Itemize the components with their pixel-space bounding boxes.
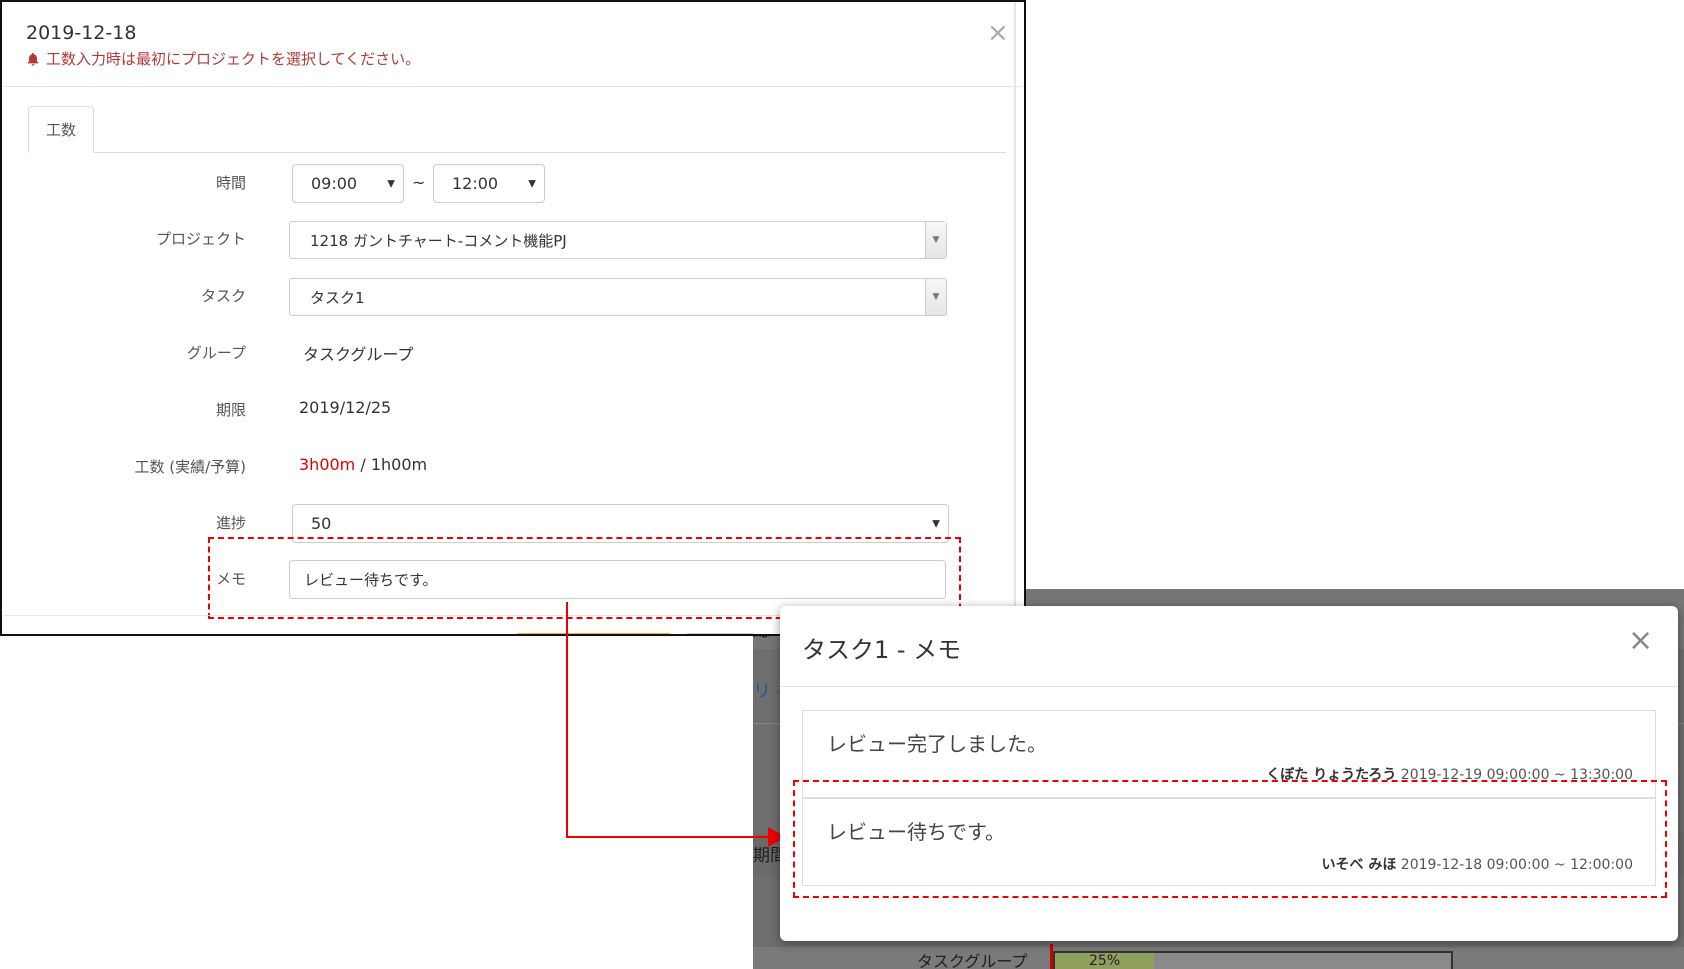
combo-dropdown-icon[interactable]: ▼ bbox=[925, 222, 946, 258]
effort-actual: 3h00m bbox=[299, 455, 356, 474]
memo-dialog-title: タスク1 - メモ bbox=[802, 636, 962, 664]
tab-bar bbox=[28, 152, 1006, 153]
project-combobox[interactable]: 1218 ガントチャート-コメント機能PJ ▼ bbox=[289, 221, 947, 259]
tab-effort[interactable]: 工数 bbox=[28, 106, 94, 153]
memo-dialog-divider bbox=[780, 686, 1678, 687]
combo-dropdown-icon[interactable]: ▼ bbox=[925, 279, 946, 315]
group-label: グループ bbox=[186, 344, 246, 362]
memo-entry-highlight bbox=[793, 780, 1667, 898]
deadline-label: 期限 bbox=[215, 401, 246, 419]
memo-label: メモ bbox=[215, 570, 246, 588]
project-value: 1218 ガントチャート-コメント機能PJ bbox=[310, 231, 567, 250]
project-label: プロジェクト bbox=[155, 230, 246, 248]
close-icon[interactable]: × bbox=[1628, 626, 1653, 656]
connector-line-vertical bbox=[566, 602, 568, 838]
warning-text: 工数入力時は最初にプロジェクトを選択してください。 bbox=[46, 50, 421, 68]
time-entry-dialog: 2019-12-18 × 工数入力時は最初にプロジェクトを選択してください。 工… bbox=[0, 0, 1026, 636]
memo-input[interactable]: レビュー待ちです。 bbox=[289, 560, 946, 599]
close-icon[interactable]: × bbox=[987, 18, 1009, 48]
progress-label: 進捗 bbox=[215, 514, 246, 532]
cancel-button[interactable] bbox=[685, 633, 755, 634]
save-button[interactable] bbox=[516, 633, 672, 634]
progress-value: 50 bbox=[311, 514, 332, 533]
caret-down-icon: ▼ bbox=[932, 518, 940, 529]
bg-progress-bar: 25% bbox=[1053, 951, 1453, 969]
task-value: タスク1 bbox=[310, 288, 365, 307]
memo-dialog: タスク1 - メモ × レビュー完了しました。 くぼた りょうたろう 2019-… bbox=[780, 606, 1678, 941]
deadline-value: 2019/12/25 bbox=[299, 398, 392, 417]
time-separator: ~ bbox=[412, 173, 426, 192]
task-combobox[interactable]: タスク1 ▼ bbox=[289, 278, 947, 316]
group-value: タスクグループ bbox=[303, 345, 414, 364]
effort-value: 3h00m / 1h00m bbox=[299, 455, 427, 474]
time-to-select[interactable]: 12:00 ▼ bbox=[433, 164, 545, 203]
bg-task-group-label: タスクグループ bbox=[917, 952, 1028, 969]
caret-down-icon: ▼ bbox=[528, 178, 536, 189]
time-label: 時間 bbox=[215, 174, 246, 192]
effort-label: 工数 (実績/予算) bbox=[134, 458, 246, 476]
dialog-edge bbox=[1014, 2, 1016, 634]
task-label: タスク bbox=[200, 287, 246, 305]
caret-down-icon: ▼ bbox=[387, 178, 395, 189]
bell-icon bbox=[27, 52, 39, 66]
connector-line-horizontal bbox=[566, 836, 772, 838]
memo-entry-text: レビュー完了しました。 bbox=[827, 732, 1047, 756]
time-from-value: 09:00 bbox=[311, 174, 358, 193]
header-divider bbox=[4, 86, 1022, 87]
bg-progress-label: 25% bbox=[1089, 953, 1121, 969]
effort-budget: / 1h00m bbox=[355, 455, 428, 474]
warning-message: 工数入力時は最初にプロジェクトを選択してください。 bbox=[26, 48, 420, 69]
dialog-date-title: 2019-12-18 bbox=[26, 22, 137, 44]
time-to-value: 12:00 bbox=[452, 174, 499, 193]
memo-input-value: レビュー待ちです。 bbox=[304, 571, 438, 589]
bg-today-line bbox=[1050, 944, 1053, 969]
time-from-select[interactable]: 09:00 ▼ bbox=[292, 164, 404, 203]
bg-link-fragment[interactable]: リ - bbox=[753, 677, 783, 703]
